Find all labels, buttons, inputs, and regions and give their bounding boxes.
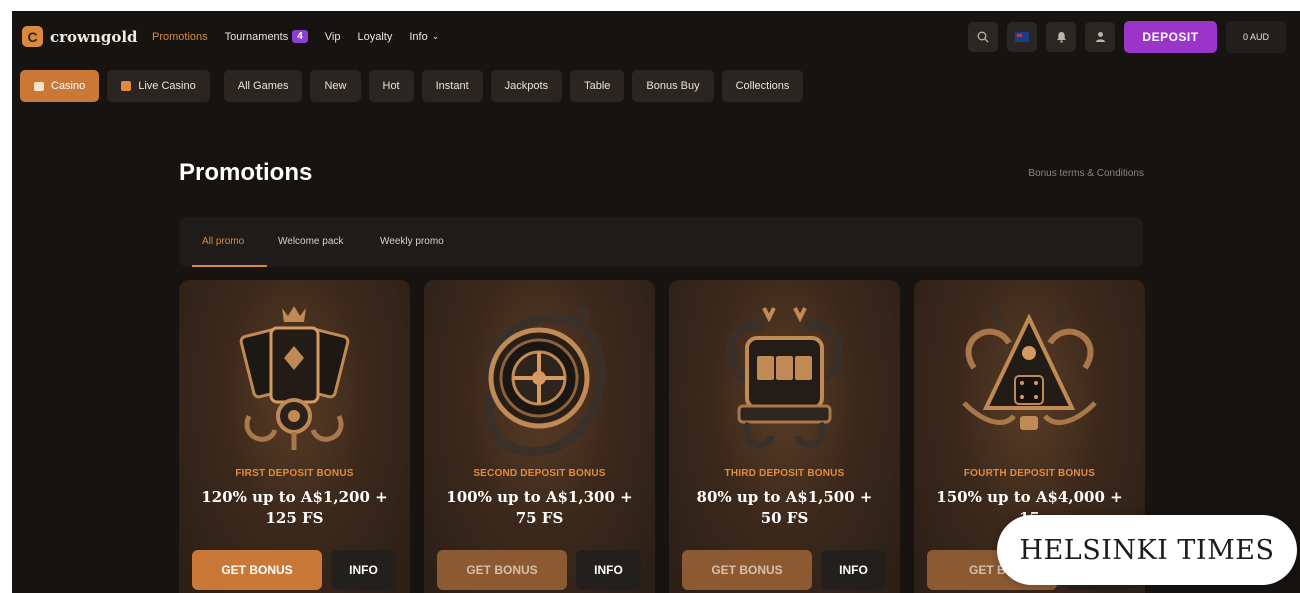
- nav-info-dropdown[interactable]: Info ⌄: [409, 31, 439, 43]
- tab-all-promo[interactable]: All promo: [202, 236, 244, 247]
- nav-loyalty[interactable]: Loyalty: [358, 31, 393, 43]
- brand-name: crowngold: [50, 27, 138, 46]
- top-navigation: C crowngold Promotions Tournaments 4 Vip …: [12, 11, 1300, 67]
- roulette-wheel-icon: [485, 306, 606, 457]
- page-title: Promotions: [179, 159, 313, 186]
- promo-offer: 80% up to A$1,500 +50 FS: [696, 488, 873, 527]
- watermark-badge: HELSINKI TIMES: [997, 515, 1297, 585]
- bell-icon: [1056, 32, 1066, 43]
- info-button[interactable]: INFO: [331, 550, 396, 590]
- promo-label: FOURTH DEPOSIT BONUS: [963, 468, 1096, 479]
- category-hot[interactable]: Hot: [368, 70, 414, 102]
- app-frame: C crowngold Promotions Tournaments 4 Vip …: [12, 11, 1300, 593]
- nav-vip[interactable]: Vip: [325, 31, 341, 43]
- promo-label: SECOND DEPOSIT BONUS: [473, 468, 606, 479]
- promo-label: FIRST DEPOSIT BONUS: [235, 468, 354, 479]
- brand-logo[interactable]: C crowngold: [22, 26, 138, 47]
- user-icon: [1095, 32, 1105, 42]
- promo-offer: 120% up to A$1,200 +125 FS: [201, 488, 388, 527]
- casino-icon: [34, 81, 44, 91]
- get-bonus-button[interactable]: GET BONUS: [437, 550, 567, 590]
- language-button[interactable]: [1007, 22, 1037, 52]
- category-collections[interactable]: Collections: [721, 70, 804, 102]
- category-instant[interactable]: Instant: [421, 70, 483, 102]
- deposit-button[interactable]: DEPOSIT: [1124, 21, 1217, 53]
- info-button[interactable]: INFO: [821, 550, 886, 590]
- category-jackpots[interactable]: Jackpots: [490, 70, 563, 102]
- category-all-games[interactable]: All Games: [223, 70, 303, 102]
- promo-card-third-deposit: THIRD DEPOSIT BONUS 80% up to A$1,500 +5…: [669, 280, 900, 593]
- nav-tournaments[interactable]: Tournaments 4: [225, 30, 308, 43]
- main-nav: Promotions Tournaments 4 Vip Loyalty Info…: [152, 30, 456, 43]
- balance-display[interactable]: 0 AUD: [1226, 21, 1286, 53]
- header-actions: DEPOSIT 0 AUD: [968, 21, 1286, 53]
- category-bar: Casino Live Casino All Games New Hot Ins…: [20, 70, 804, 102]
- tab-weekly-promo[interactable]: Weekly promo: [380, 236, 444, 247]
- promo-offer: 100% up to A$1,300 +75 FS: [446, 488, 633, 527]
- live-casino-icon: [121, 81, 132, 91]
- flag-icon: [1015, 32, 1029, 42]
- category-casino[interactable]: Casino: [20, 70, 100, 102]
- search-icon: [977, 31, 989, 43]
- chevron-down-icon: ⌄: [431, 31, 440, 41]
- promo-card-second-deposit: SECOND DEPOSIT BONUS 100% up to A$1,300 …: [424, 280, 655, 593]
- info-button[interactable]: INFO: [576, 550, 641, 590]
- get-bonus-button[interactable]: GET BONUS: [192, 550, 322, 590]
- crown-c-icon: C: [22, 26, 43, 47]
- bonus-terms-link[interactable]: Bonus terms & Conditions: [1028, 168, 1144, 179]
- tab-welcome-pack[interactable]: Welcome pack: [278, 236, 343, 247]
- active-tab-indicator: [192, 265, 267, 267]
- get-bonus-button[interactable]: GET BONUS: [682, 550, 812, 590]
- category-live-casino[interactable]: Live Casino: [107, 70, 210, 102]
- promo-card-first-deposit: FIRST DEPOSIT BONUS 120% up to A$1,200 +…: [179, 280, 410, 593]
- account-button[interactable]: [1085, 22, 1115, 52]
- dice-pyramid-icon: [962, 306, 1097, 430]
- category-new[interactable]: New: [310, 70, 361, 102]
- category-table[interactable]: Table: [570, 70, 625, 102]
- watermark-text: HELSINKI TIMES: [1019, 534, 1275, 566]
- slot-machine-icon: [726, 307, 843, 449]
- cards-crown-icon: [239, 306, 350, 450]
- nav-promotions[interactable]: Promotions: [152, 31, 208, 43]
- notifications-button[interactable]: [1046, 22, 1076, 52]
- promo-tabs: All promo Welcome pack Weekly promo: [179, 217, 1143, 267]
- tournaments-count-badge: 4: [292, 30, 308, 43]
- promo-label: THIRD DEPOSIT BONUS: [724, 468, 845, 479]
- category-bonus-buy[interactable]: Bonus Buy: [632, 70, 714, 102]
- search-button[interactable]: [968, 22, 998, 52]
